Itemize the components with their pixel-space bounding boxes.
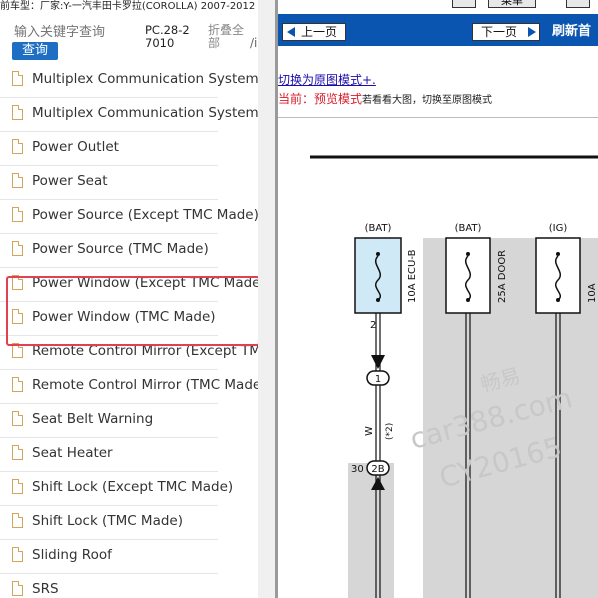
wire-note-label: (*2): [385, 423, 395, 440]
connector2-pin: 30: [351, 464, 364, 475]
prev-page-label: 上一页: [301, 25, 338, 39]
document-icon: [12, 411, 23, 426]
topic-list-item[interactable]: Power Outlet: [0, 132, 218, 166]
topic-list-item[interactable]: Multiplex Communication System (C: [0, 98, 258, 132]
search-input[interactable]: [14, 23, 132, 41]
fuse1-source: (BAT): [365, 223, 392, 234]
vehicle-info: 前车型：厂家:Y-一汽丰田卡罗拉(COROLLA) 2007-2012: [0, 1, 256, 12]
fuse3-terminal-top: [556, 252, 560, 256]
refresh-home-link[interactable]: 刷新首: [552, 24, 591, 40]
document-icon: [12, 241, 23, 256]
document-icon: [12, 479, 23, 494]
topic-list-item[interactable]: Power Source (Except TMC Made): [0, 200, 258, 234]
topic-list-item-label: Sliding Roof: [32, 547, 112, 563]
fuse2-source: (BAT): [455, 223, 482, 234]
topic-list-item-label: Multiplex Communication System (C: [32, 71, 258, 87]
topic-list-item[interactable]: SRS: [0, 574, 218, 598]
diagram-gray-region-1: [348, 463, 394, 598]
left-scrollbar[interactable]: [258, 0, 275, 598]
current-mode-label: 当前：预览模式: [278, 92, 363, 106]
document-icon: [12, 445, 23, 460]
topic-list-item-label: Power Source (Except TMC Made): [32, 207, 258, 223]
fuse3-source: (IG): [549, 223, 568, 234]
current-mode-text: 当前：预览模式若看看大图，切换至原图模式: [278, 90, 492, 107]
wiring-diagram: (BAT) 10A ECU-B 2 1 W (*2) 30 2B (BAT) 2…: [310, 155, 598, 598]
topic-list-item[interactable]: Seat Belt Warning: [0, 404, 218, 438]
next-page-button[interactable]: 下一页: [472, 23, 540, 41]
next-page-label: 下一页: [481, 25, 518, 39]
topic-list-item-label: Shift Lock (Except TMC Made): [32, 479, 234, 495]
document-icon: [12, 581, 23, 596]
fuse1-terminal-top: [376, 252, 380, 256]
left-panel: 查询 PC.28-27010 折叠全部 /i Multiplex Communi…: [0, 14, 258, 598]
page-nav-bar: 上一页 下一页 刷新首: [278, 14, 598, 46]
topic-list-item-label: SRS: [32, 581, 59, 597]
search-row: 查询 PC.28-27010 折叠全部 /i: [0, 14, 258, 64]
fuse2-terminal-bottom: [466, 298, 470, 302]
topic-list-item-label: Shift Lock (TMC Made): [32, 513, 183, 529]
menu-button[interactable]: 菜单: [488, 0, 536, 8]
fuse1-label: 10A ECU-B: [407, 249, 418, 303]
topic-list-item[interactable]: Multiplex Communication System (C: [0, 64, 258, 98]
topic-list-item[interactable]: Remote Control Mirror (TMC Made): [0, 370, 258, 404]
topic-list-item[interactable]: Power Source (TMC Made): [0, 234, 218, 268]
prev-page-button[interactable]: 上一页: [282, 23, 346, 41]
topic-list-item-label: Remote Control Mirror (TMC Made): [32, 377, 258, 393]
collapse-all-link[interactable]: 折叠全部: [208, 24, 248, 50]
topic-list-item[interactable]: Shift Lock (TMC Made): [0, 506, 218, 540]
topic-list-item-label: Power Outlet: [32, 139, 119, 155]
connector1-id: 1: [375, 374, 381, 385]
topic-list-item[interactable]: Seat Heater: [0, 438, 218, 472]
fuse3-terminal-bottom: [556, 298, 560, 302]
document-icon: [12, 207, 23, 222]
arrow-left-icon: [287, 27, 295, 37]
fuse3-label: 10A: [587, 283, 598, 303]
right-panel: 上一页 下一页 刷新首 切换为原图模式+. 当前：预览模式若看看大图，切换至原图…: [278, 14, 598, 598]
topic-list-item[interactable]: Power Seat: [0, 166, 218, 200]
topic-list-item-label: Power Seat: [32, 173, 108, 189]
document-icon: [12, 547, 23, 562]
topic-list-item-label: Seat Heater: [32, 445, 113, 461]
topic-list-item[interactable]: Shift Lock (Except TMC Made): [0, 472, 233, 506]
topic-list-item-label: Power Source (TMC Made): [32, 241, 209, 257]
search-button[interactable]: 查询: [12, 42, 58, 60]
topic-list-item-label: Seat Belt Warning: [32, 411, 154, 427]
document-icon: [12, 139, 23, 154]
top-button-left[interactable]: [452, 0, 476, 8]
switch-original-link[interactable]: 切换为原图模式+.: [278, 71, 376, 88]
document-icon: [12, 377, 23, 392]
wire-color-label: W: [364, 426, 375, 436]
highlight-box: [6, 276, 258, 346]
document-icon: [12, 173, 23, 188]
top-button-right[interactable]: [566, 0, 590, 8]
fuse1-terminal-bottom: [376, 298, 380, 302]
topic-list-item-label: Multiplex Communication System (C: [32, 105, 258, 121]
document-icon: [12, 71, 23, 86]
connector1-arrow: [371, 355, 385, 369]
document-icon: [12, 513, 23, 528]
arrow-right-icon: [528, 27, 536, 37]
connector2-id: 2B: [371, 464, 384, 475]
current-mode-hint: 若看看大图，切换至原图模式: [362, 95, 493, 106]
document-icon: [12, 105, 23, 120]
fold-separator: /i: [250, 36, 258, 50]
pc-code-label: PC.28-27010: [145, 23, 190, 50]
fuse2-terminal-top: [466, 252, 470, 256]
topic-list-item[interactable]: Sliding Roof: [0, 540, 218, 574]
fuse2-label: 25A DOOR: [497, 250, 508, 303]
